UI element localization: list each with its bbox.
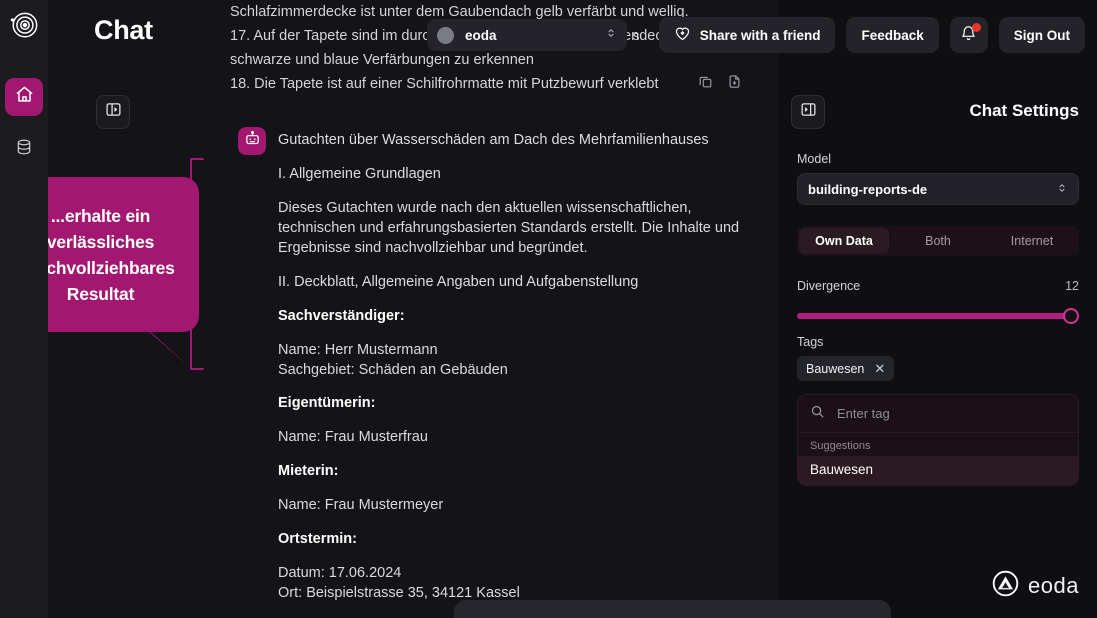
tag-suggestions-dropdown: Enter tag Suggestions Bauwesen (797, 394, 1079, 486)
annotation-callout-text: ...erhalte ein verlässliches nachvollzie… (26, 203, 175, 307)
message-paragraph: Name: Frau Musterfrau (278, 429, 428, 445)
left-icon-rail (0, 0, 48, 618)
segment-internet[interactable]: Internet (987, 228, 1077, 254)
message-heading: Mieterin: (278, 461, 758, 481)
settings-title: Chat Settings (969, 101, 1079, 120)
feedback-label: Feedback (861, 27, 924, 43)
suggestion-item-bauwesen[interactable]: Bauwesen (798, 456, 1078, 485)
panel-open-right-icon (800, 101, 817, 123)
model-select[interactable]: building-reports-de (797, 173, 1079, 205)
bot-message-body: Gutachten über Wasserschäden am Dach des… (278, 130, 758, 618)
message-line: Ort: Beispielstrasse 35, 34121 Kassel (278, 585, 520, 601)
message-line: Datum: 17.06.2024 (278, 565, 402, 581)
search-icon (810, 404, 825, 424)
chevron-up-down-icon (605, 26, 617, 44)
annotation-callout-tail (133, 318, 203, 378)
model-label: Model (797, 152, 832, 166)
callout-line: ...erhalte ein (50, 205, 151, 226)
message-paragraph: Dieses Gutachten wurde nach den aktuelle… (278, 200, 740, 256)
chat-settings-panel: Chat Settings Model building-reports-de … (779, 0, 1097, 618)
tag-search-input[interactable]: Enter tag (837, 406, 890, 421)
sidebar-item-home[interactable] (5, 78, 43, 116)
bot-avatar (238, 127, 266, 155)
divergence-label: Divergence (797, 279, 861, 293)
callout-line: verlässliches (46, 231, 155, 252)
message-heading: Sachverständiger: (278, 306, 758, 326)
chevron-up-down-icon (1056, 182, 1068, 197)
notification-badge (971, 23, 981, 32)
message-paragraph: Gutachten über Wasserschäden am Dach des… (278, 132, 709, 148)
eoda-logo-icon (992, 570, 1019, 602)
stray-text: s (633, 28, 640, 43)
share-with-friend-label: Share with a friend (699, 27, 821, 43)
callout-line: nachvollziehbares (26, 257, 175, 278)
transcript-line: 18. Die Tapete ist auf einer Schilfrohrm… (230, 76, 659, 92)
tags-section: Tags Bauwesen ✕ (797, 335, 1079, 381)
tags-label: Tags (797, 335, 824, 349)
account-select[interactable]: eoda (427, 19, 627, 51)
message-line: Name: Herr Mustermann (278, 342, 438, 358)
message-paragraph: Datum: 17.06.2024 Ort: Beispielstrasse 3… (278, 563, 758, 603)
divergence-value: 12 (1065, 279, 1079, 293)
model-select-value: building-reports-de (808, 181, 928, 197)
segment-both[interactable]: Both (893, 228, 983, 254)
sign-out-button[interactable]: Sign Out (998, 17, 1085, 53)
message-paragraph: I. Allgemeine Grundlagen (278, 166, 441, 182)
divergence-slider[interactable] (797, 308, 1079, 324)
right-panel-toggle-button[interactable] (791, 95, 825, 129)
message-heading: Eigentümerin: (278, 393, 758, 413)
message-line: Sachgebiet: Schäden an Gebäuden (278, 362, 508, 378)
divergence-slider-fill (797, 313, 1071, 319)
source-mode-segmented-control: Own Data Both Internet (797, 226, 1079, 256)
message-heading-text: Sachverständiger: (278, 308, 405, 324)
tag-search-row[interactable]: Enter tag (798, 395, 1078, 433)
notifications-button[interactable] (949, 17, 988, 53)
heart-handshake-icon (674, 25, 691, 45)
tag-chip-label: Bauwesen (806, 361, 865, 376)
tag-chip-bauwesen[interactable]: Bauwesen ✕ (797, 356, 895, 381)
account-name: eoda (465, 27, 497, 43)
model-section: Model building-reports-de (797, 152, 1079, 205)
sign-out-label: Sign Out (1013, 27, 1070, 43)
message-paragraph: Name: Herr Mustermann Sachgebiet: Schäde… (278, 340, 758, 380)
share-with-friend-button[interactable]: Share with a friend (658, 17, 836, 53)
transcript-line: schwarze und blaue Verfärbungen zu erken… (230, 52, 534, 68)
message-heading-text: Eigentümerin: (278, 395, 376, 411)
divergence-slider-thumb[interactable] (1062, 308, 1079, 324)
brand-logo: eoda (992, 570, 1079, 602)
message-action-bar (698, 74, 742, 94)
message-paragraph: Name: Frau Mustermeyer (278, 497, 444, 513)
copy-icon[interactable] (698, 74, 713, 94)
message-heading: Ortstermin: (278, 529, 758, 549)
segment-own-data[interactable]: Own Data (799, 228, 889, 254)
divergence-section: Divergence 12 (797, 279, 1079, 324)
sidebar-item-data[interactable] (5, 130, 43, 168)
user-avatar-icon (437, 26, 454, 44)
robot-icon (244, 130, 261, 152)
brand-name: eoda (1028, 573, 1079, 598)
message-heading-text: Mieterin: (278, 463, 339, 479)
message-heading-text: Ortstermin: (278, 531, 357, 547)
home-icon (15, 85, 34, 109)
app-root: Chat Schlafzimmerdecke ist unter dem Gau… (0, 0, 1097, 618)
file-download-icon[interactable] (727, 74, 742, 94)
callout-line: Resultat (66, 283, 135, 304)
suggestions-label: Suggestions (810, 440, 871, 452)
message-paragraph: II. Deckblatt, Allgemeine Angaben und Au… (278, 274, 639, 290)
message-input[interactable] (454, 600, 891, 618)
top-toolbar: Share with a friend Feedback Sign Out (658, 17, 1085, 53)
app-logo-icon[interactable] (4, 6, 44, 46)
feedback-button[interactable]: Feedback (846, 17, 939, 53)
database-icon (15, 138, 33, 161)
close-icon[interactable]: ✕ (874, 361, 885, 377)
